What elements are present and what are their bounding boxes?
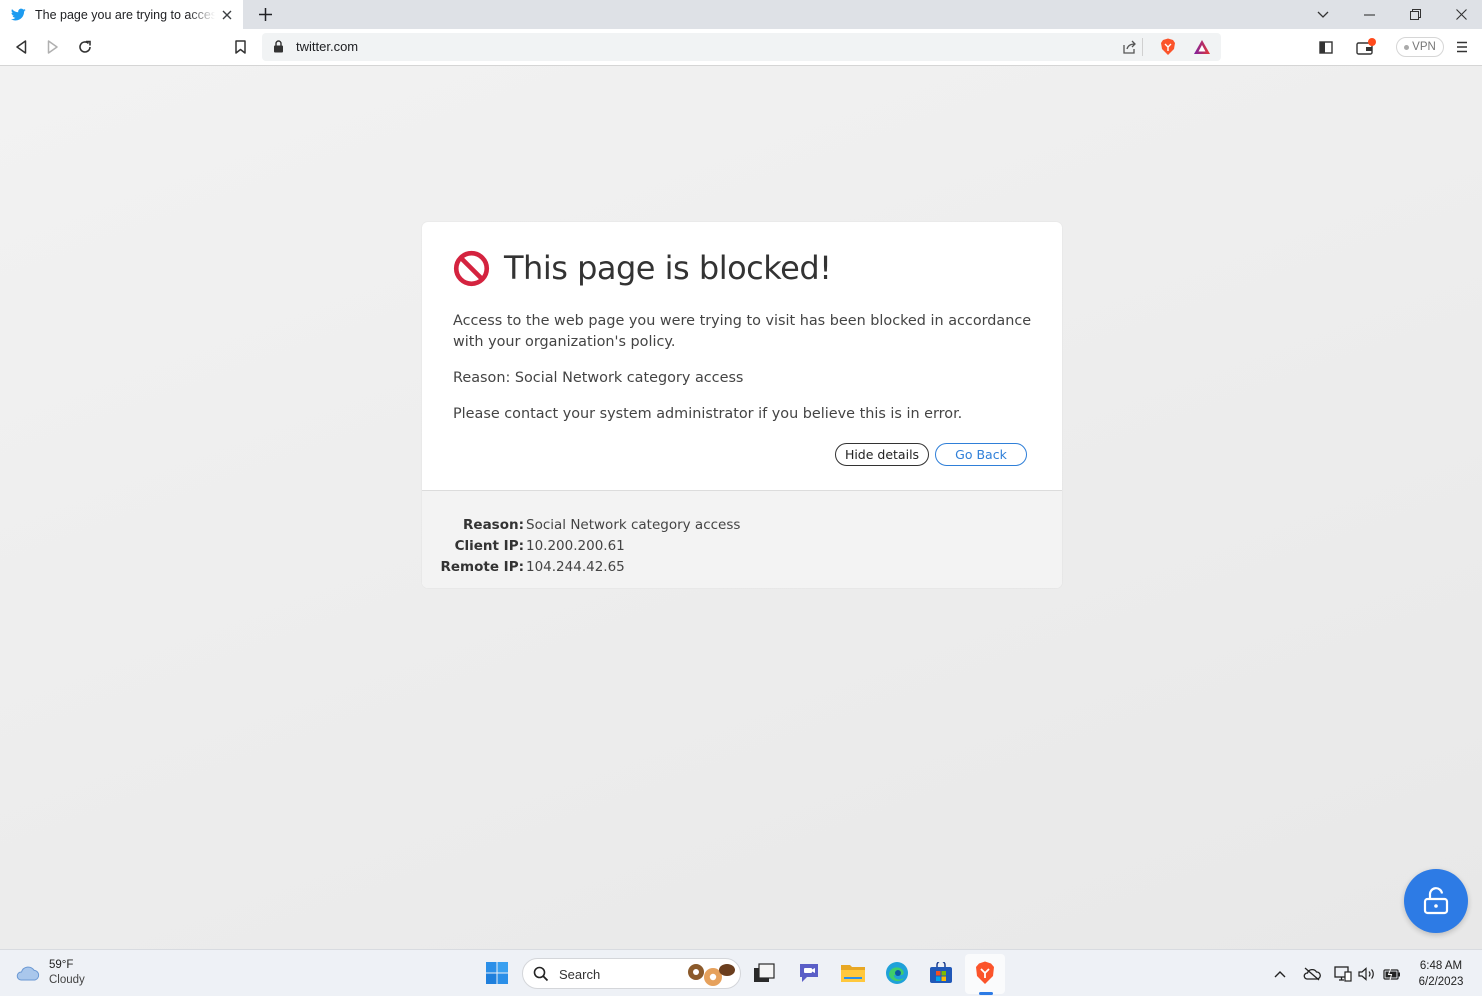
store-icon (930, 962, 952, 983)
block-message: Access to the web page you were trying t… (453, 313, 1032, 350)
reload-button[interactable] (74, 36, 96, 58)
hamburger-menu-icon (1457, 41, 1467, 53)
bookmark-button[interactable] (229, 36, 251, 58)
page-title: This page is blocked! (504, 249, 832, 287)
wallet-button[interactable] (1355, 36, 1377, 58)
menu-button[interactable] (1451, 36, 1473, 58)
tab-close-icon[interactable] (219, 7, 235, 23)
clock-time: 6:48 AM (1419, 960, 1463, 972)
page-content: This page is blocked! Access to the web … (0, 66, 1482, 949)
go-back-button[interactable]: Go Back (935, 443, 1027, 466)
clock-date: 6/2/2023 (1418, 976, 1464, 988)
reload-icon (79, 40, 91, 53)
brave-lion-icon (976, 961, 994, 984)
block-reason: Reason: Social Network category access (453, 370, 744, 386)
battery-tray-button[interactable] (1383, 965, 1401, 983)
detail-row-reason: Reason: Social Network category access (422, 517, 740, 533)
detail-label: Client IP: (454, 538, 524, 554)
detail-value: Social Network category access (526, 517, 741, 533)
battery-charging-icon (1383, 968, 1400, 980)
edge-browser-button[interactable] (884, 960, 910, 986)
cloud-icon (16, 966, 40, 981)
task-view-icon (754, 963, 775, 982)
unlock-fab-button[interactable] (1404, 869, 1468, 933)
system-clock[interactable]: 6:48 AM 6/2/2023 (1410, 958, 1472, 990)
start-button[interactable] (484, 960, 510, 986)
active-app-indicator (979, 992, 993, 995)
new-tab-button[interactable] (255, 4, 275, 24)
details-panel: Reason: Social Network category access C… (422, 490, 1062, 588)
onedrive-tray-button[interactable] (1303, 965, 1321, 983)
forward-button[interactable] (42, 36, 64, 58)
brave-rewards-icon[interactable] (1193, 39, 1211, 55)
detail-label: Reason: (463, 517, 524, 533)
plus-icon (258, 7, 272, 21)
show-hidden-icons-button[interactable] (1271, 965, 1289, 983)
back-button[interactable] (10, 36, 32, 58)
vpn-label: VPN (1412, 41, 1436, 53)
browser-tab-strip: The page you are trying to access is blo… (0, 0, 1482, 29)
search-icon (533, 966, 549, 982)
prohibited-icon (453, 250, 490, 286)
unlock-icon (1423, 887, 1449, 915)
detail-row-client-ip: Client IP: 10.200.200.61 (422, 538, 625, 554)
back-arrow-icon (16, 40, 27, 54)
sidebar-toggle-button[interactable] (1315, 36, 1337, 58)
detail-label: Remote IP: (440, 559, 524, 575)
hide-details-button[interactable]: Hide details (835, 443, 929, 466)
blocked-page-card: This page is blocked! Access to the web … (422, 222, 1062, 588)
windows-logo-icon (486, 962, 508, 984)
close-icon (1455, 9, 1467, 20)
minimize-button[interactable] (1346, 0, 1392, 29)
brave-shields-icon[interactable] (1160, 38, 1176, 56)
search-label: Search (559, 967, 601, 982)
task-view-button[interactable] (751, 960, 777, 986)
teams-chat-button[interactable] (796, 960, 822, 986)
vpn-button[interactable]: VPN (1396, 37, 1444, 57)
microsoft-store-button[interactable] (928, 960, 954, 986)
cloud-offline-icon (1303, 967, 1321, 981)
speaker-icon (1358, 967, 1374, 981)
detail-value: 104.244.42.65 (526, 559, 625, 575)
chat-icon (800, 964, 818, 982)
tab-title: The page you are trying to access is blo… (35, 7, 215, 22)
vpn-status-dot (1404, 44, 1410, 50)
file-explorer-button[interactable] (840, 960, 866, 986)
volume-tray-button[interactable] (1358, 965, 1376, 983)
weather-widget[interactable]: 59°F Cloudy (15, 958, 85, 988)
omnibox-divider (1142, 38, 1143, 56)
block-contact-note: Please contact your system administrator… (453, 406, 963, 422)
card-header: This page is blocked! (453, 249, 832, 287)
folder-icon (841, 965, 865, 982)
network-icon (1334, 966, 1352, 982)
detail-row-remote-ip: Remote IP: 104.244.42.65 (422, 559, 625, 575)
weather-condition: Cloudy (49, 974, 85, 986)
edge-icon (886, 962, 908, 984)
weather-temp: 59°F (49, 959, 74, 971)
restore-icon (1409, 9, 1421, 20)
lock-icon (274, 40, 283, 53)
minimize-icon (1363, 13, 1375, 16)
browser-tab-active[interactable]: The page you are trying to access is blo… (0, 0, 243, 29)
share-icon[interactable] (1122, 40, 1137, 54)
detail-value: 10.200.200.61 (526, 538, 625, 554)
chevron-down-icon (1317, 11, 1329, 18)
restore-button[interactable] (1392, 0, 1438, 29)
bookmark-icon (234, 40, 246, 54)
forward-arrow-icon (47, 40, 58, 54)
windows-taskbar: 59°F Cloudy Search 6:48 AM 6/2/2023 (0, 949, 1482, 996)
address-bar[interactable]: twitter.com (262, 33, 1221, 61)
chevron-up-icon (1274, 971, 1286, 978)
tab-search-button[interactable] (1300, 0, 1346, 29)
sidebar-icon (1319, 40, 1333, 54)
network-tray-button[interactable] (1334, 965, 1352, 983)
donut-highlight-icon (688, 964, 735, 986)
browser-toolbar: twitter.com VPN (0, 29, 1482, 66)
taskbar-search[interactable]: Search (522, 958, 741, 989)
url-text: twitter.com (296, 39, 359, 54)
wallet-icon (1356, 38, 1376, 55)
close-window-button[interactable] (1438, 0, 1482, 29)
twitter-bird-icon (11, 8, 26, 21)
brave-browser-button[interactable] (972, 960, 998, 986)
